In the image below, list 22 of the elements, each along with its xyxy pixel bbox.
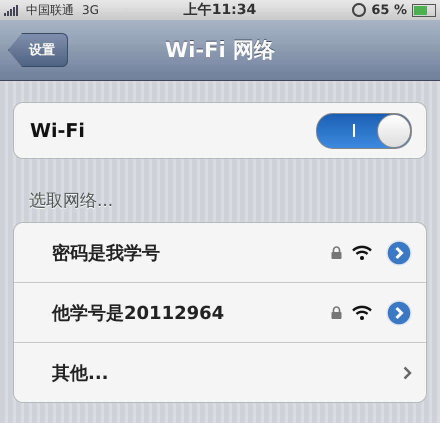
network-row[interactable]: 他学号是20112964 [14,283,426,343]
battery-percent: 65 % [371,2,407,18]
wifi-signal-icon [352,305,372,320]
wifi-signal-icon [352,245,372,260]
network-row[interactable]: 其他... [14,343,426,402]
signal-icon [4,4,18,16]
chevron-icon [403,366,412,380]
carrier-name: 中国联通 [26,2,74,18]
network-row[interactable]: 密码是我学号 [14,223,426,283]
detail-disclosure-button[interactable] [386,300,412,326]
wifi-label: Wi-Fi [30,120,85,142]
network-name: 密码是我学号 [52,242,160,264]
section-header: 选取网络... [29,190,114,212]
network-type: 3G [82,3,99,17]
clock: 上午11:34 [184,1,256,19]
network-name: 他学号是20112964 [52,302,224,324]
battery-icon [412,4,436,16]
network-name: 其他... [52,362,109,384]
detail-disclosure-button[interactable] [386,240,412,266]
back-button[interactable]: 设置 [8,33,68,67]
screen-title: Wi-Fi 网络 [165,37,275,64]
wifi-switch[interactable] [316,112,412,148]
